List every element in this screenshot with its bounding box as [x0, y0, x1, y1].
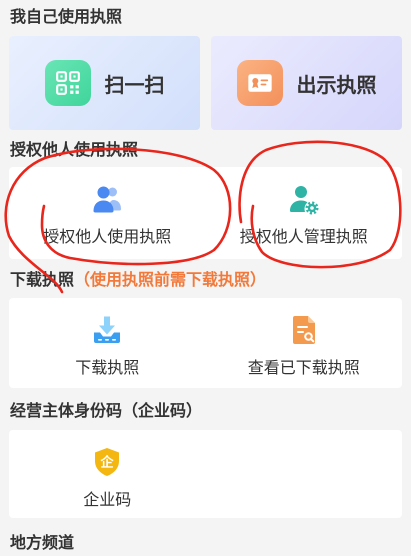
- download-note: （使用执照前需下载执照）: [74, 270, 267, 289]
- show-license-label: 出示执照: [296, 72, 377, 97]
- download-license-label: 下载执照: [75, 358, 140, 377]
- authorize-use-item[interactable]: 授权他人使用执照: [9, 167, 206, 259]
- section-title-authorize: 授权他人使用执照: [10, 140, 139, 159]
- download-card: 下载执照 查看已下载执照: [9, 298, 402, 388]
- download-title-text: 下载执照: [10, 270, 75, 289]
- enterprise-code-label: 企业码: [83, 490, 132, 509]
- entity-code-card: 企 企业码: [9, 430, 402, 518]
- users-icon: [93, 186, 122, 213]
- authorize-use-label: 授权他人使用执照: [43, 227, 172, 246]
- enterprise-shield-icon: 企: [95, 448, 120, 476]
- scan-card[interactable]: 扫一扫: [9, 36, 200, 130]
- scan-label: 扫一扫: [104, 72, 165, 97]
- authorize-manage-item[interactable]: 授权他人管理执照: [206, 167, 403, 259]
- section-title-entity-code: 经营主体身份码（企业码）: [10, 401, 203, 420]
- view-downloaded-label: 查看已下载执照: [247, 358, 360, 377]
- user-gear-icon: [289, 186, 319, 215]
- qr-code-icon: [44, 60, 91, 106]
- view-downloaded-item[interactable]: 查看已下载执照: [206, 298, 403, 388]
- show-license-card[interactable]: 出示执照: [211, 36, 402, 130]
- authorize-card: 授权他人使用执照 授权他人管理执照: [9, 167, 402, 259]
- document-search-icon: [292, 316, 315, 344]
- enterprise-code-item[interactable]: 企 企业码: [9, 430, 206, 518]
- download-license-item[interactable]: 下载执照: [9, 298, 206, 388]
- section-title-download: 下载执照（使用执照前需下载执照）: [10, 269, 266, 291]
- license-card-icon: [236, 60, 283, 106]
- enterprise-shield-glyph: 企: [100, 455, 115, 471]
- download-icon: [94, 316, 121, 343]
- section-title-self-use: 我自己使用执照: [10, 7, 123, 26]
- section-title-local-channel: 地方频道: [10, 533, 75, 552]
- qr-code-glyph: [55, 71, 80, 95]
- license-card-glyph: [247, 74, 272, 92]
- authorize-manage-label: 授权他人管理执照: [239, 227, 368, 246]
